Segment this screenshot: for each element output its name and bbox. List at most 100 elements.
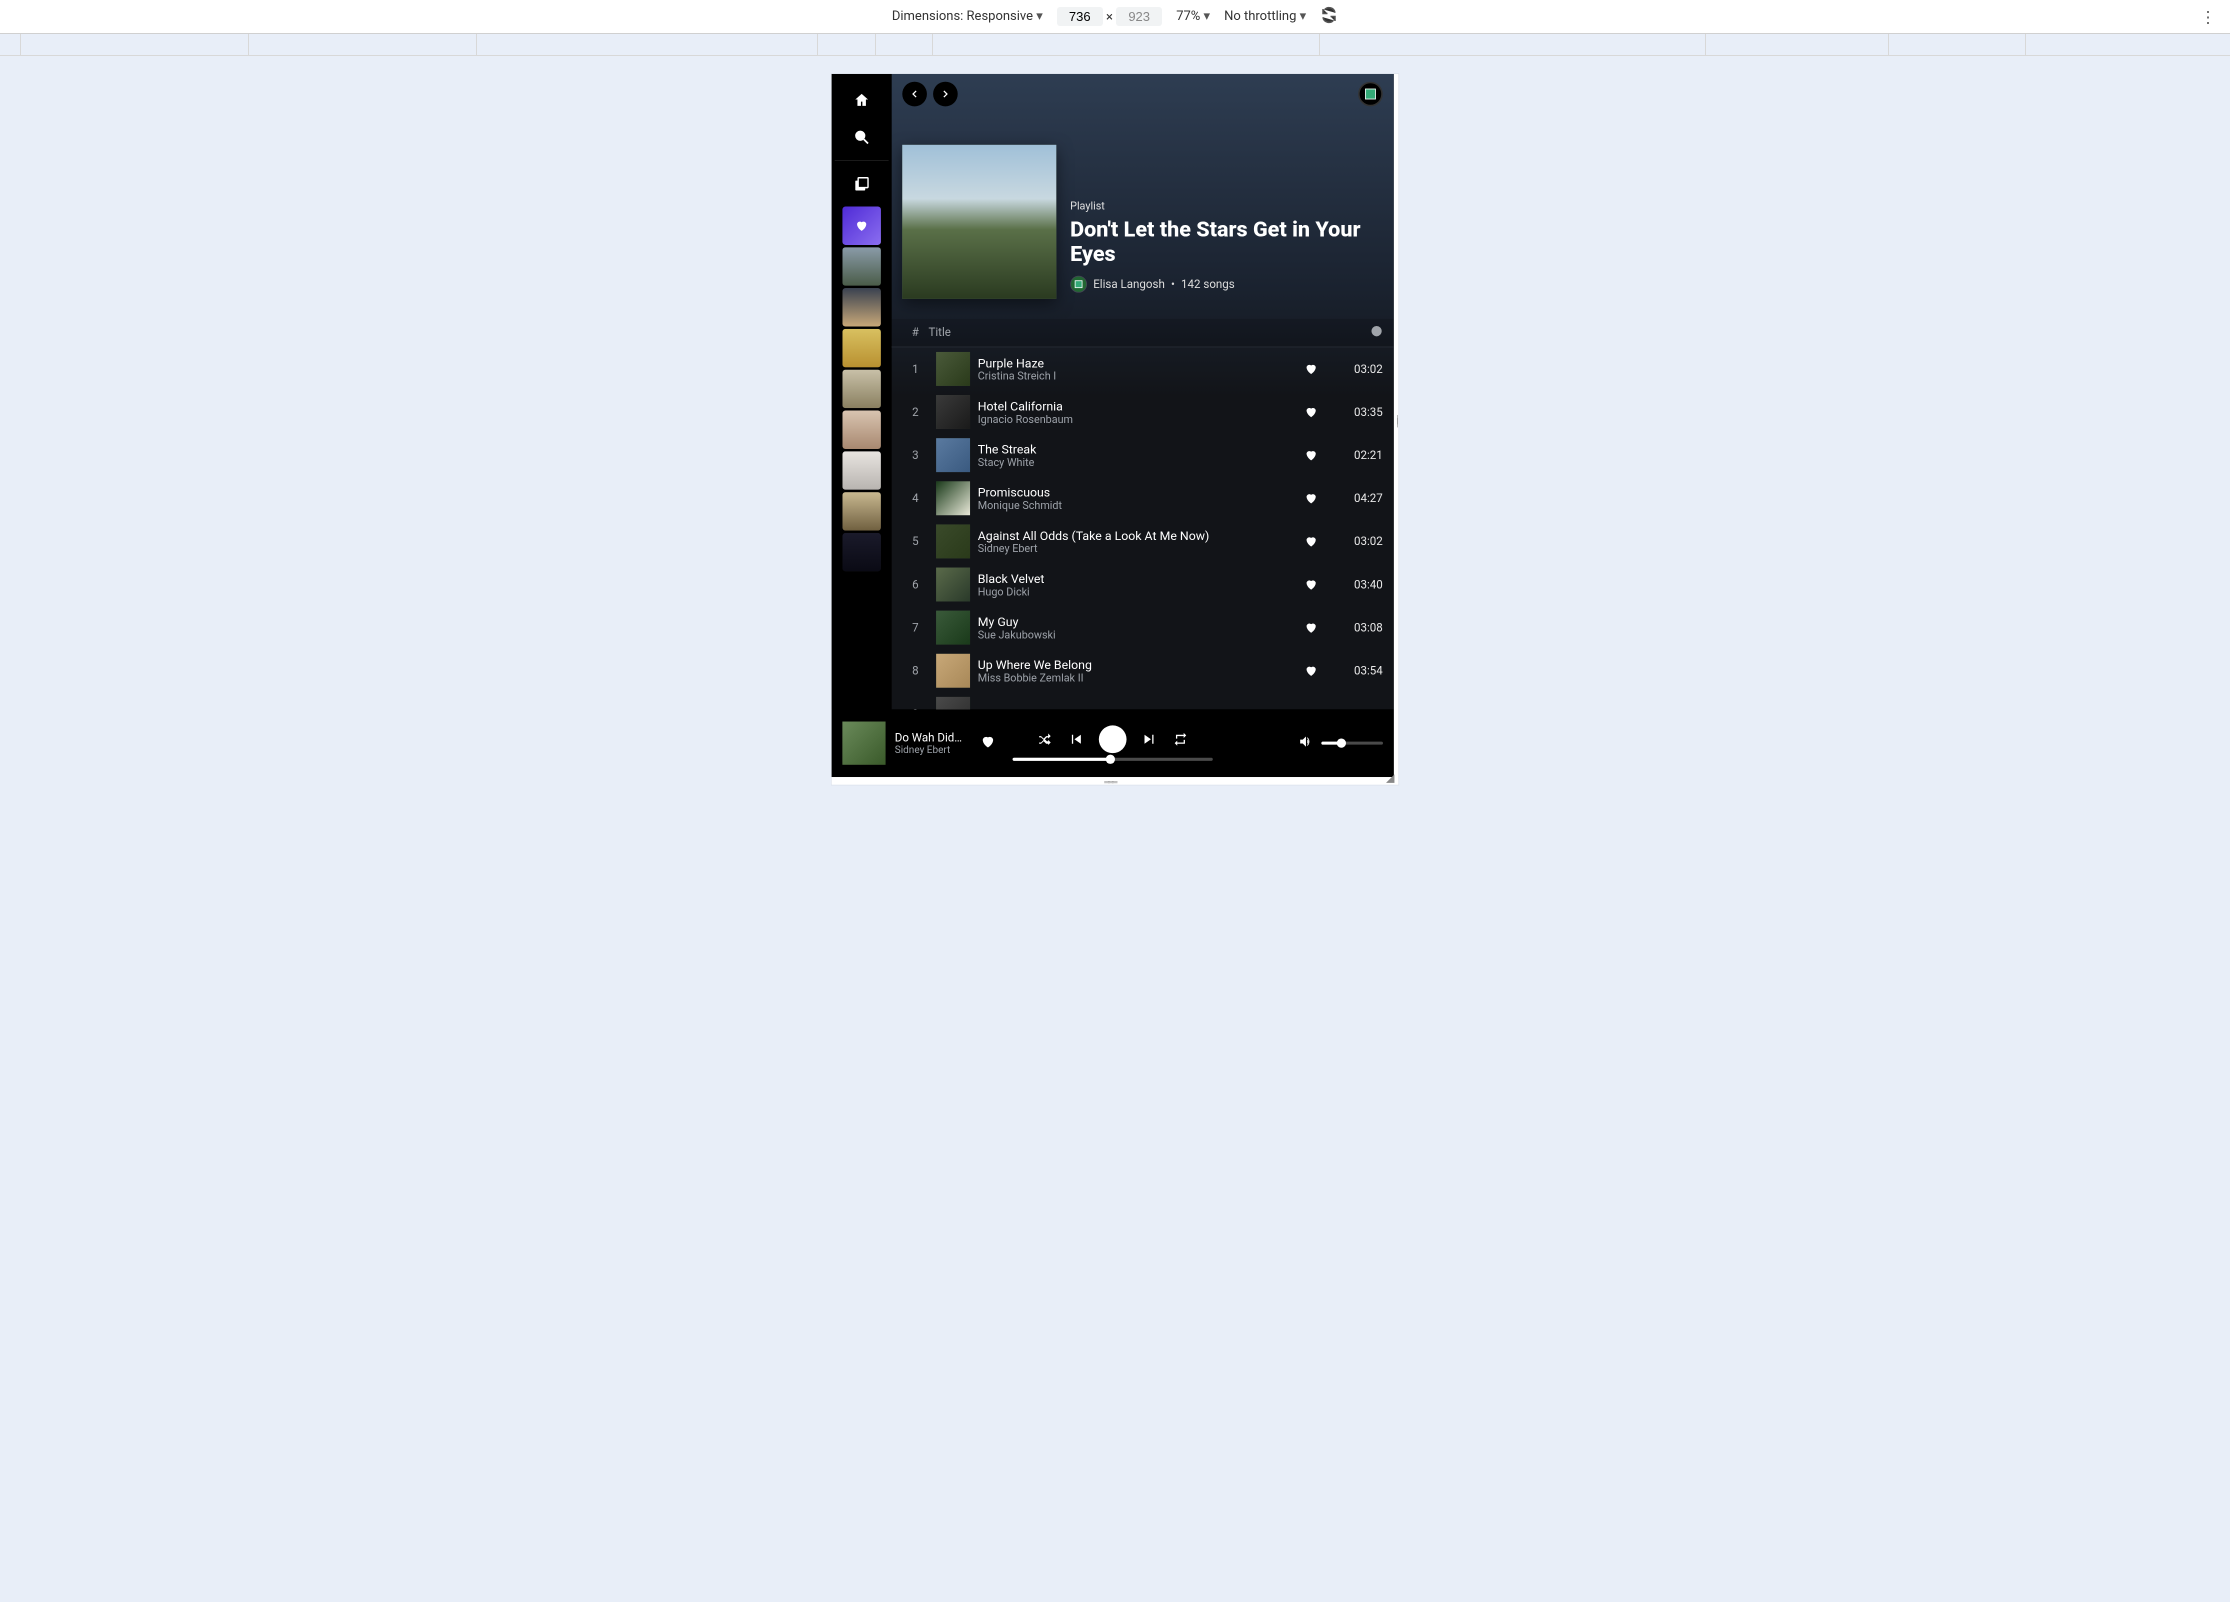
width-input[interactable] [1057,7,1103,26]
heart-icon[interactable] [1304,621,1327,635]
playlist-thumb[interactable] [842,492,881,531]
table-row[interactable]: 5 Against All Odds (Take a Look At Me No… [892,520,1394,563]
track-art [936,654,970,688]
track-duration: 03:40 [1335,578,1383,592]
heart-icon[interactable] [1304,664,1327,678]
track-art [936,611,970,645]
content-type-label: Playlist [1070,200,1383,212]
dimensions-dropdown[interactable]: Dimensions: Responsive [892,9,1043,24]
resize-handle-right[interactable]: ║║ [1395,419,1398,441]
heart-icon[interactable] [1304,578,1327,592]
rotate-icon[interactable] [1320,6,1338,28]
track-duration: 03:54 [1335,664,1383,678]
next-icon[interactable] [1142,732,1157,747]
home-icon[interactable] [843,83,880,117]
track-artist: Hugo Dicki [978,586,1297,598]
table-row[interactable]: 8 Up Where We Belong Miss Bobbie Zemlak … [892,649,1394,692]
column-number: # [902,325,928,340]
track-art [936,481,970,515]
sidebar [832,74,892,709]
table-row[interactable]: 9 Black Velvet [892,692,1394,709]
progress-slider[interactable] [1013,758,1213,761]
track-title: The Streak [978,442,1297,457]
track-duration: 03:02 [1335,362,1383,376]
zoom-dropdown[interactable]: 77% [1176,9,1210,24]
device-frame: Playlist Don't Let the Stars Get in Your… [832,74,1399,785]
pause-button[interactable] [1099,725,1127,753]
track-number: 4 [902,491,928,505]
resize-handle-bottom[interactable]: ═══ [1104,779,1126,782]
playlist-thumb[interactable] [842,288,881,327]
owner-avatar[interactable] [1070,276,1087,293]
liked-songs-thumb[interactable] [842,206,881,245]
player-bar: Do Wah Diddy… Sidney Ebert [832,709,1394,777]
search-icon[interactable] [843,120,880,154]
now-playing-title[interactable]: Do Wah Diddy… [895,730,964,744]
heart-icon[interactable] [981,735,995,752]
playlist-thumb[interactable] [842,370,881,409]
user-avatar[interactable] [1358,82,1383,107]
track-artist: Stacy White [978,456,1297,468]
main-content: Playlist Don't Let the Stars Get in Your… [892,74,1394,709]
playlist-header: Playlist Don't Let the Stars Get in Your… [892,114,1394,319]
volume-icon[interactable] [1298,734,1313,752]
library-icon[interactable] [843,167,880,201]
heart-icon[interactable] [1304,534,1327,548]
track-number: 7 [902,621,928,635]
now-playing-artist[interactable]: Sidney Ebert [895,744,964,756]
track-title: Black Velvet [978,707,1297,710]
playlist-thumb[interactable] [842,451,881,490]
repeat-icon[interactable] [1173,732,1188,747]
previous-icon[interactable] [1068,732,1083,747]
music-app: Playlist Don't Let the Stars Get in Your… [832,74,1394,777]
separator: • [1171,277,1175,291]
playlist-thumb[interactable] [842,410,881,449]
throttling-dropdown[interactable]: No throttling [1224,9,1306,24]
height-input[interactable] [1116,7,1162,26]
track-title: Black Velvet [978,571,1297,586]
track-art [936,697,970,709]
track-number: 2 [902,405,928,419]
now-playing: Do Wah Diddy… Sidney Ebert [842,722,995,765]
playlist-cover [902,145,1056,299]
dimension-x: × [1106,10,1116,25]
track-title: Up Where We Belong [978,657,1297,672]
playlist-thumb[interactable] [842,329,881,368]
table-row[interactable]: 4 Promiscuous Monique Schmidt 04:27 [892,477,1394,520]
nav-forward-button[interactable] [933,82,958,107]
table-row[interactable]: 7 My Guy Sue Jakubowski 03:08 [892,606,1394,649]
track-art [936,438,970,472]
volume-slider[interactable] [1321,742,1383,745]
heart-icon[interactable] [1304,405,1327,419]
nav-back-button[interactable] [902,82,927,107]
column-title: Title [929,325,1352,340]
track-number: 5 [902,534,928,548]
table-row[interactable]: 2 Hotel California Ignacio Rosenbaum 03:… [892,390,1394,433]
track-number: 3 [902,448,928,462]
track-title: My Guy [978,614,1297,629]
playlist-title: Don't Let the Stars Get in Your Eyes [1070,217,1383,267]
playlist-owner[interactable]: Elisa Langosh [1093,277,1165,291]
column-duration-icon [1352,325,1383,340]
ruler [0,34,2230,56]
track-art [936,568,970,602]
heart-icon[interactable] [1304,362,1327,376]
track-title: Promiscuous [978,485,1297,500]
track-artist: Sidney Ebert [978,543,1297,555]
kebab-menu-icon[interactable]: ⋮ [2200,7,2216,26]
table-row[interactable]: 3 The Streak Stacy White 02:21 [892,434,1394,477]
table-row[interactable]: 6 Black Velvet Hugo Dicki 03:40 [892,563,1394,606]
track-number: 1 [902,362,928,376]
table-row[interactable]: 1 Purple Haze Cristina Streich I 03:02 [892,347,1394,390]
heart-icon[interactable] [1304,491,1327,505]
volume-control [1230,734,1383,752]
playlist-thumb[interactable] [842,247,881,286]
heart-icon[interactable] [1304,448,1327,462]
tracks-header: # Title [892,319,1394,347]
song-count: 142 songs [1181,277,1235,291]
track-artist: Ignacio Rosenbaum [978,413,1297,425]
shuffle-icon[interactable] [1037,732,1052,747]
track-artist: Cristina Streich I [978,370,1297,382]
playlist-thumb[interactable] [842,533,881,572]
now-playing-art[interactable] [842,722,885,765]
